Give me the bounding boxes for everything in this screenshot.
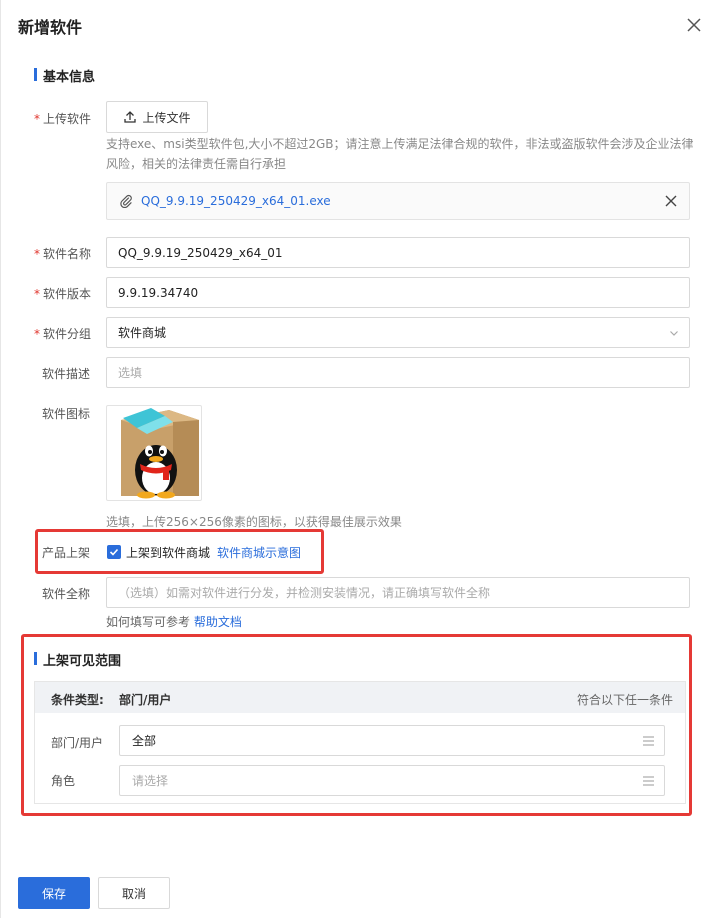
list-icon[interactable]	[642, 775, 655, 787]
upload-hint-line2: 风险，相关的法律责任需自行承担	[106, 157, 287, 171]
close-icon[interactable]	[685, 16, 703, 34]
condition-panel: 条件类型: 部门/用户 符合以下任一条件 部门/用户 全部 角色 请选择	[34, 681, 686, 804]
software-icon-hint: 选填，上传256×256像素的图标，以获得最佳展示效果	[106, 515, 402, 529]
save-button[interactable]: 保存	[18, 877, 90, 909]
software-fullname-input[interactable]: （选填）如需对软件进行分发，并检测安装情况，请正确填写软件全称	[106, 577, 690, 608]
dept-user-label: 部门/用户	[51, 736, 104, 750]
uploaded-file-item: QQ_9.9.19_250429_x64_01.exe	[106, 182, 690, 220]
software-icon-upload[interactable]	[106, 405, 202, 501]
software-version-input[interactable]: 9.9.19.34740	[106, 277, 690, 308]
software-group-select[interactable]: 软件商城	[106, 317, 690, 348]
check-icon	[109, 548, 119, 556]
role-label: 角色	[51, 774, 76, 788]
fullname-help: 如何填写可参考 帮助文档	[106, 612, 242, 632]
condition-type-label: 条件类型:	[51, 693, 104, 707]
condition-type-value: 部门/用户	[119, 693, 172, 707]
upload-hint-line1: 支持exe、msi类型软件包,大小不超过2GB；请注意上传满足法律合规的软件，非…	[106, 137, 694, 151]
section-title-basic: 基本信息	[34, 66, 95, 85]
software-name-input[interactable]: QQ_9.9.19_250429_x64_01	[106, 237, 690, 268]
condition-header: 条件类型: 部门/用户 符合以下任一条件	[35, 682, 685, 713]
publish-checkbox-label[interactable]: 上架到软件商城	[126, 544, 210, 561]
upload-file-button[interactable]: 上传文件	[106, 101, 208, 133]
role-placeholder: 请选择	[132, 774, 169, 788]
section-title-visibility: 上架可见范围	[34, 650, 121, 669]
remove-file-icon[interactable]	[664, 194, 678, 208]
software-group-value: 软件商城	[118, 326, 167, 340]
role-select[interactable]: 请选择	[119, 765, 665, 796]
cancel-button[interactable]: 取消	[98, 877, 170, 909]
help-doc-link[interactable]: 帮助文档	[194, 615, 242, 629]
store-preview-link[interactable]: 软件商城示意图	[217, 544, 301, 561]
paperclip-icon	[120, 194, 132, 208]
dialog-title: 新增软件	[18, 18, 83, 37]
upload-icon	[124, 111, 137, 123]
dept-user-select[interactable]: 全部	[119, 725, 665, 756]
fullname-help-text: 如何填写可参考	[106, 615, 191, 629]
uploaded-file-name[interactable]: QQ_9.9.19_250429_x64_01.exe	[141, 194, 331, 208]
qq-penguin-icon	[121, 408, 199, 499]
dept-user-value: 全部	[132, 734, 157, 748]
publish-checkbox[interactable]	[107, 545, 121, 559]
software-desc-input[interactable]: 选填	[106, 357, 690, 388]
chevron-down-icon	[670, 331, 678, 336]
list-icon[interactable]	[642, 735, 655, 747]
add-software-dialog: 新增软件 基本信息 * 上传软件 上传文件 支持exe、msi类型软件包,大小不超…	[0, 0, 720, 918]
match-rule-text: 符合以下任一条件	[576, 693, 673, 707]
upload-file-button-label: 上传文件	[142, 110, 191, 125]
